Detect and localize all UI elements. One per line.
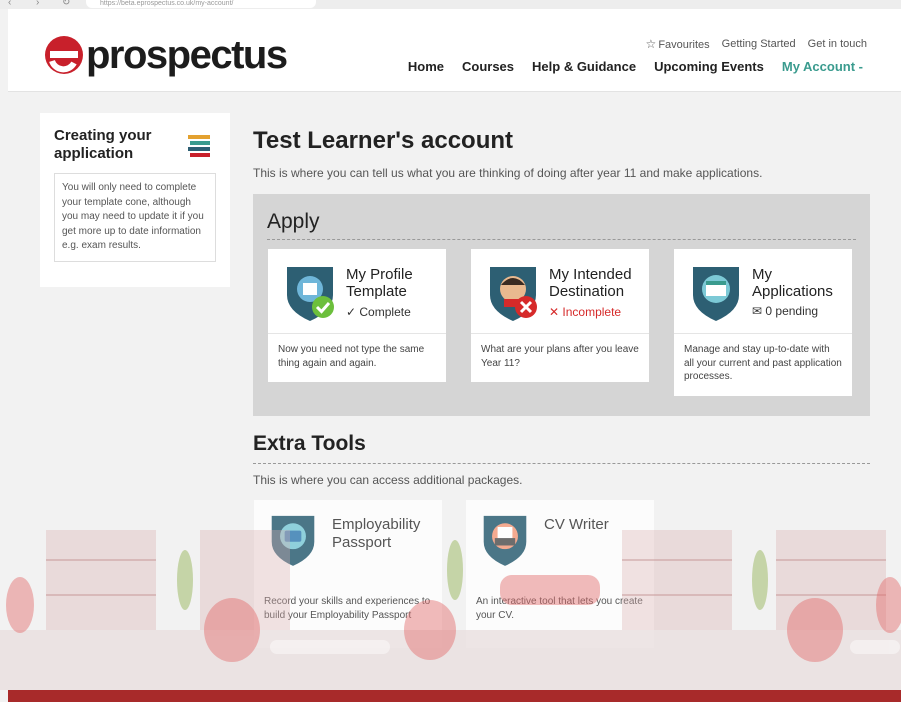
divider xyxy=(267,239,856,240)
nav-courses[interactable]: Courses xyxy=(462,59,514,74)
nav-my-account[interactable]: My Account - xyxy=(782,59,863,74)
nav-upcoming-events[interactable]: Upcoming Events xyxy=(654,59,764,74)
favourites-link[interactable]: ☆ Favourites xyxy=(646,37,710,51)
intended-destination-icon xyxy=(490,267,537,321)
browser-toolbar: ‹ › ↻ https://beta.eprospectus.co.uk/my-… xyxy=(0,0,901,9)
envelope-icon: ✉ xyxy=(752,304,766,318)
creating-application-card: Creating your application You will only … xyxy=(40,113,230,287)
star-icon: ☆ xyxy=(645,37,657,51)
status-complete: ✓ Complete xyxy=(346,305,411,319)
applications-icon xyxy=(693,267,739,321)
page-subtitle: This is where you can tell us what you a… xyxy=(253,166,763,180)
profile-template-icon xyxy=(287,267,334,321)
site-logo[interactable]: prospectus xyxy=(44,33,288,77)
sidebar-note: You will only need to complete your temp… xyxy=(54,173,216,262)
library-scene-illustration xyxy=(0,530,901,690)
main-nav: Home Courses Help & Guidance Upcoming Ev… xyxy=(408,59,863,74)
extra-tools-heading: Extra Tools xyxy=(253,432,366,455)
card-title: My Profile Template xyxy=(346,266,413,300)
card-title: My Intended Destination xyxy=(549,266,632,300)
forward-icon[interactable]: › xyxy=(36,0,39,8)
address-bar[interactable]: https://beta.eprospectus.co.uk/my-accoun… xyxy=(86,0,316,8)
books-icon xyxy=(188,135,210,157)
card-description: Manage and stay up-to-date with all your… xyxy=(684,344,842,382)
extra-tools-subtitle: This is where you can access additional … xyxy=(253,473,523,487)
tool-description: Record your skills and experiences to bu… xyxy=(264,596,431,621)
tool-employability-passport[interactable]: Employability Passport Record your skill… xyxy=(254,500,442,648)
sidebar-title: Creating your application xyxy=(54,127,152,162)
site-header: prospectus ☆ Favourites Getting Started G… xyxy=(8,9,901,92)
tool-description: An interactive tool that lets you create… xyxy=(476,596,643,621)
get-in-touch-link[interactable]: Get in touch xyxy=(808,38,867,50)
divider xyxy=(253,463,870,464)
status-label: Incomplete xyxy=(562,305,622,319)
passport-icon xyxy=(271,515,315,566)
utility-links: ☆ Favourites Getting Started Get in touch xyxy=(646,37,867,51)
check-icon: ✓ xyxy=(346,305,360,319)
nav-home[interactable]: Home xyxy=(408,59,444,74)
reload-icon[interactable]: ↻ xyxy=(62,0,70,8)
status-pending: ✉ 0 pending xyxy=(752,304,818,318)
logo-e-icon xyxy=(45,36,83,74)
apply-panel: Apply My Profile Template ✓ Complete Now… xyxy=(253,194,870,416)
card-profile-template[interactable]: My Profile Template ✓ Complete Now you n… xyxy=(268,249,446,382)
tool-title: Employability Passport xyxy=(332,516,421,551)
logo-text: prospectus xyxy=(86,33,288,77)
page-title: Test Learner's account xyxy=(253,127,514,154)
status-label: 0 pending xyxy=(765,304,819,318)
status-label: Complete xyxy=(359,305,411,319)
footer-bar xyxy=(8,690,901,702)
card-intended-destination[interactable]: My Intended Destination ✕ Incomplete Wha… xyxy=(471,249,649,382)
cv-writer-icon xyxy=(483,515,527,566)
card-title: My Applications xyxy=(752,266,833,300)
card-description: Now you need not type the same thing aga… xyxy=(278,344,425,369)
favourites-label: Favourites xyxy=(658,39,710,51)
tool-cv-writer[interactable]: CV Writer An interactive tool that lets … xyxy=(466,500,654,648)
apply-heading: Apply xyxy=(267,210,320,233)
nav-help-guidance[interactable]: Help & Guidance xyxy=(532,59,636,74)
card-description: What are your plans after you leave Year… xyxy=(481,344,639,369)
getting-started-link[interactable]: Getting Started xyxy=(722,38,796,50)
x-icon: ✕ xyxy=(549,305,563,319)
status-incomplete: ✕ Incomplete xyxy=(549,305,621,319)
card-my-applications[interactable]: My Applications ✉ 0 pending Manage and s… xyxy=(674,249,852,396)
tool-title: CV Writer xyxy=(544,516,609,533)
back-icon[interactable]: ‹ xyxy=(8,0,11,8)
